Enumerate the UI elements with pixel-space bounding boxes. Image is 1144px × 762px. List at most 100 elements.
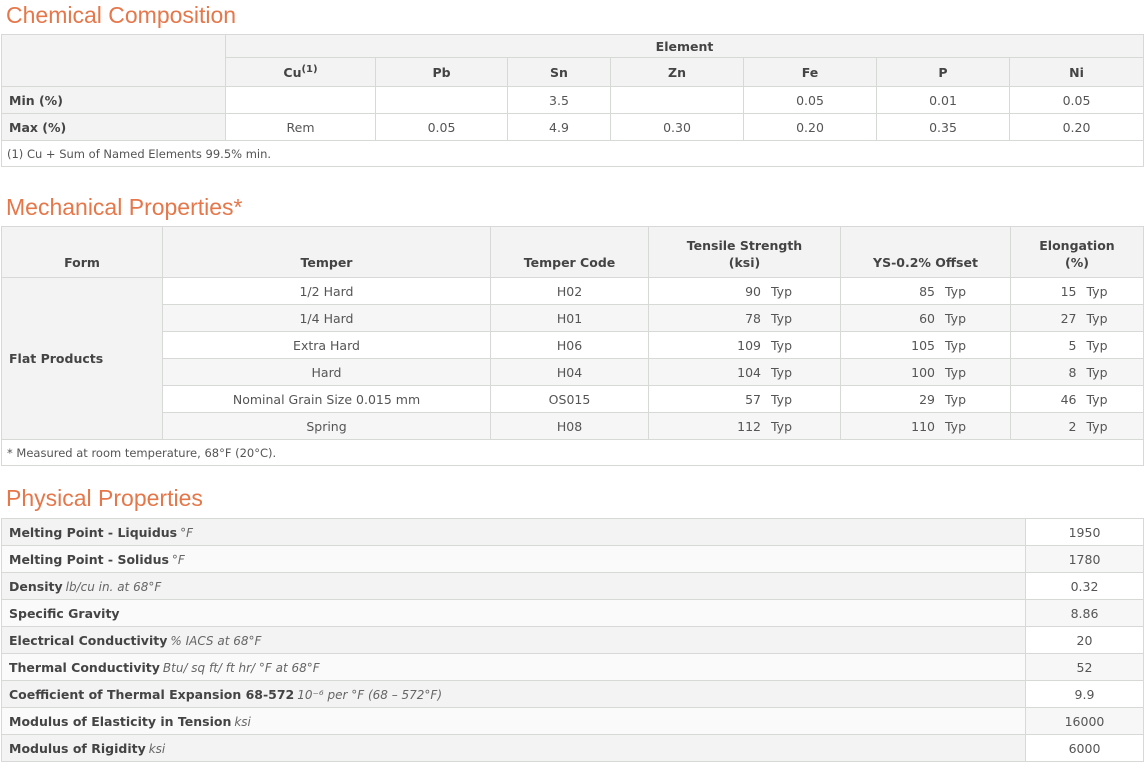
cell-max-ni: 0.20 — [1008, 113, 1144, 141]
elongation-cell: 2 Typ — [1010, 412, 1144, 440]
element-header-fe: Fe — [743, 57, 877, 87]
property-label: Density lb/cu in. at 68°F — [1, 572, 1026, 600]
property-value: 1950 — [1025, 518, 1144, 546]
ys-cell: 100 Typ — [840, 358, 1011, 386]
table-row: Density lb/cu in. at 68°F 0.32 — [1, 572, 1144, 600]
table-row: Spring H08 112 Typ 110 Typ 2 Typ — [2, 412, 1144, 440]
mechanical-footnote: * Measured at room temperature, 68°F (20… — [1, 439, 1144, 466]
property-value: 20 — [1025, 626, 1144, 654]
table-row: Modulus of Elasticity in Tension ksi 1600… — [1, 707, 1144, 735]
ys-cell: 60 Typ — [840, 304, 1011, 332]
cell-min-sn: 3.5 — [507, 86, 611, 114]
header-elongation: Elongation (%) — [1010, 226, 1144, 278]
mechanical-table: Form Temper Temper Code Tensile Strength… — [1, 226, 1144, 466]
header-ys-offset: YS-0.2% Offset — [840, 226, 1011, 278]
cell-max-zn: 0.30 — [610, 113, 744, 141]
temper-code-cell: H02 — [490, 277, 649, 305]
table-row: Melting Point - Liquidus °F 1950 — [1, 518, 1144, 546]
row-label-min: Min (%) — [1, 86, 226, 114]
physical-table: Melting Point - Liquidus °F 1950 Melting … — [1, 518, 1144, 762]
table-row: Specific Gravity 8.86 — [1, 599, 1144, 627]
property-label: Melting Point - Solidus °F — [1, 545, 1026, 573]
elongation-cell: 8 Typ — [1010, 358, 1144, 386]
property-label: Melting Point - Liquidus °F — [1, 518, 1026, 546]
cell-min-pb — [375, 86, 508, 114]
tensile-cell: 78 Typ — [648, 304, 841, 332]
cell-max-cu: Rem — [225, 113, 376, 141]
cell-min-zn — [610, 86, 744, 114]
property-value: 0.32 — [1025, 572, 1144, 600]
form-cell: Flat Products — [1, 277, 163, 440]
element-header-ni: Ni — [1008, 57, 1144, 87]
tensile-cell: 90 Typ — [648, 277, 841, 305]
element-header-pb: Pb — [375, 57, 508, 87]
property-value: 1780 — [1025, 545, 1144, 573]
temper-code-cell: H04 — [490, 358, 649, 386]
element-header-sn: Sn — [507, 57, 611, 87]
property-value: 6000 — [1025, 734, 1144, 762]
temper-code-cell: OS015 — [490, 385, 649, 413]
temper-code-cell: H06 — [490, 331, 649, 359]
temper-cell: Spring — [162, 412, 491, 440]
physical-title: Physical Properties — [6, 485, 203, 511]
cell-max-fe: 0.20 — [743, 113, 877, 141]
table-row: Extra Hard H06 109 Typ 105 Typ 5 Typ — [2, 331, 1144, 359]
table-row: Nominal Grain Size 0.015 mm OS015 57 Typ … — [2, 385, 1144, 413]
cell-min-fe: 0.05 — [743, 86, 877, 114]
temper-cell: 1/2 Hard — [162, 277, 491, 305]
property-label: Electrical Conductivity% IACS at 68°F — [1, 626, 1026, 654]
property-label: Coefficient of Thermal Expansion 68-572 1… — [1, 680, 1026, 708]
cell-max-sn: 4.9 — [507, 113, 611, 141]
table-row: Coefficient of Thermal Expansion 68-572 1… — [1, 680, 1144, 708]
table-row: Min (%) 3.5 0.05 0.01 0.05 — [1, 86, 1144, 114]
table-row: Thermal Conductivity Btu/ sq ft/ ft hr/ °… — [1, 653, 1144, 681]
property-label: Specific Gravity — [1, 599, 1026, 627]
cell-min-ni: 0.05 — [1008, 86, 1144, 114]
property-label: Modulus of Elasticity in Tension ksi — [1, 707, 1026, 735]
table-row: Max (%) Rem 0.05 4.9 0.30 0.20 0.35 0.20 — [1, 113, 1144, 141]
table-row: Melting Point - Solidus °F 1780 — [1, 545, 1144, 573]
ys-cell: 110 Typ — [840, 412, 1011, 440]
elongation-cell: 5 Typ — [1010, 331, 1144, 359]
composition-table: Element Cu(1) Pb Sn Zn Fe P Ni Min (%) 3… — [0, 34, 1144, 167]
tensile-cell: 109 Typ — [648, 331, 841, 359]
element-header-cu: Cu(1) — [225, 57, 376, 87]
table-row: Electrical Conductivity% IACS at 68°F 20 — [1, 626, 1144, 654]
tensile-cell: 112 Typ — [648, 412, 841, 440]
ys-cell: 105 Typ — [840, 331, 1011, 359]
property-value: 16000 — [1025, 707, 1144, 735]
table-row: 1/4 Hard H01 78 Typ 60 Typ 27 Typ — [2, 304, 1144, 332]
tensile-cell: 57 Typ — [648, 385, 841, 413]
row-label-max: Max (%) — [1, 113, 226, 141]
header-temper: Temper — [162, 226, 491, 278]
element-header-p: P — [876, 57, 1010, 87]
elongation-cell: 27 Typ — [1010, 304, 1144, 332]
elongation-cell: 15 Typ — [1010, 277, 1144, 305]
composition-footnote: (1) Cu + Sum of Named Elements 99.5% min… — [0, 140, 1144, 167]
property-value: 9.9 — [1025, 680, 1144, 708]
temper-cell: Extra Hard — [162, 331, 491, 359]
temper-code-cell: H08 — [490, 412, 649, 440]
cell-max-p: 0.35 — [876, 113, 1010, 141]
header-temper-code: Temper Code — [490, 226, 649, 278]
temper-cell: Hard — [162, 358, 491, 386]
element-header-zn: Zn — [610, 57, 744, 87]
header-tensile-strength: Tensile Strength (ksi) — [648, 226, 841, 278]
cell-min-p: 0.01 — [876, 86, 1010, 114]
property-label: Thermal Conductivity Btu/ sq ft/ ft hr/ °… — [1, 653, 1026, 681]
elongation-cell: 46 Typ — [1010, 385, 1144, 413]
temper-code-cell: H01 — [490, 304, 649, 332]
property-value: 52 — [1025, 653, 1144, 681]
ys-cell: 85 Typ — [840, 277, 1011, 305]
table-row: Hard H04 104 Typ 100 Typ 8 Typ — [2, 358, 1144, 386]
header-form: Form — [1, 226, 163, 278]
temper-cell: Nominal Grain Size 0.015 mm — [162, 385, 491, 413]
composition-corner-cell — [1, 34, 226, 87]
cell-min-cu — [225, 86, 376, 114]
ys-cell: 29 Typ — [840, 385, 1011, 413]
cell-max-pb: 0.05 — [375, 113, 508, 141]
table-row: Modulus of Rigidity ksi 6000 — [1, 734, 1144, 762]
composition-title: Chemical Composition — [6, 2, 237, 28]
element-group-header: Element — [224, 34, 1144, 58]
table-row: Flat Products 1/2 Hard H02 90 Typ 85 Typ 1… — [1, 277, 1144, 440]
